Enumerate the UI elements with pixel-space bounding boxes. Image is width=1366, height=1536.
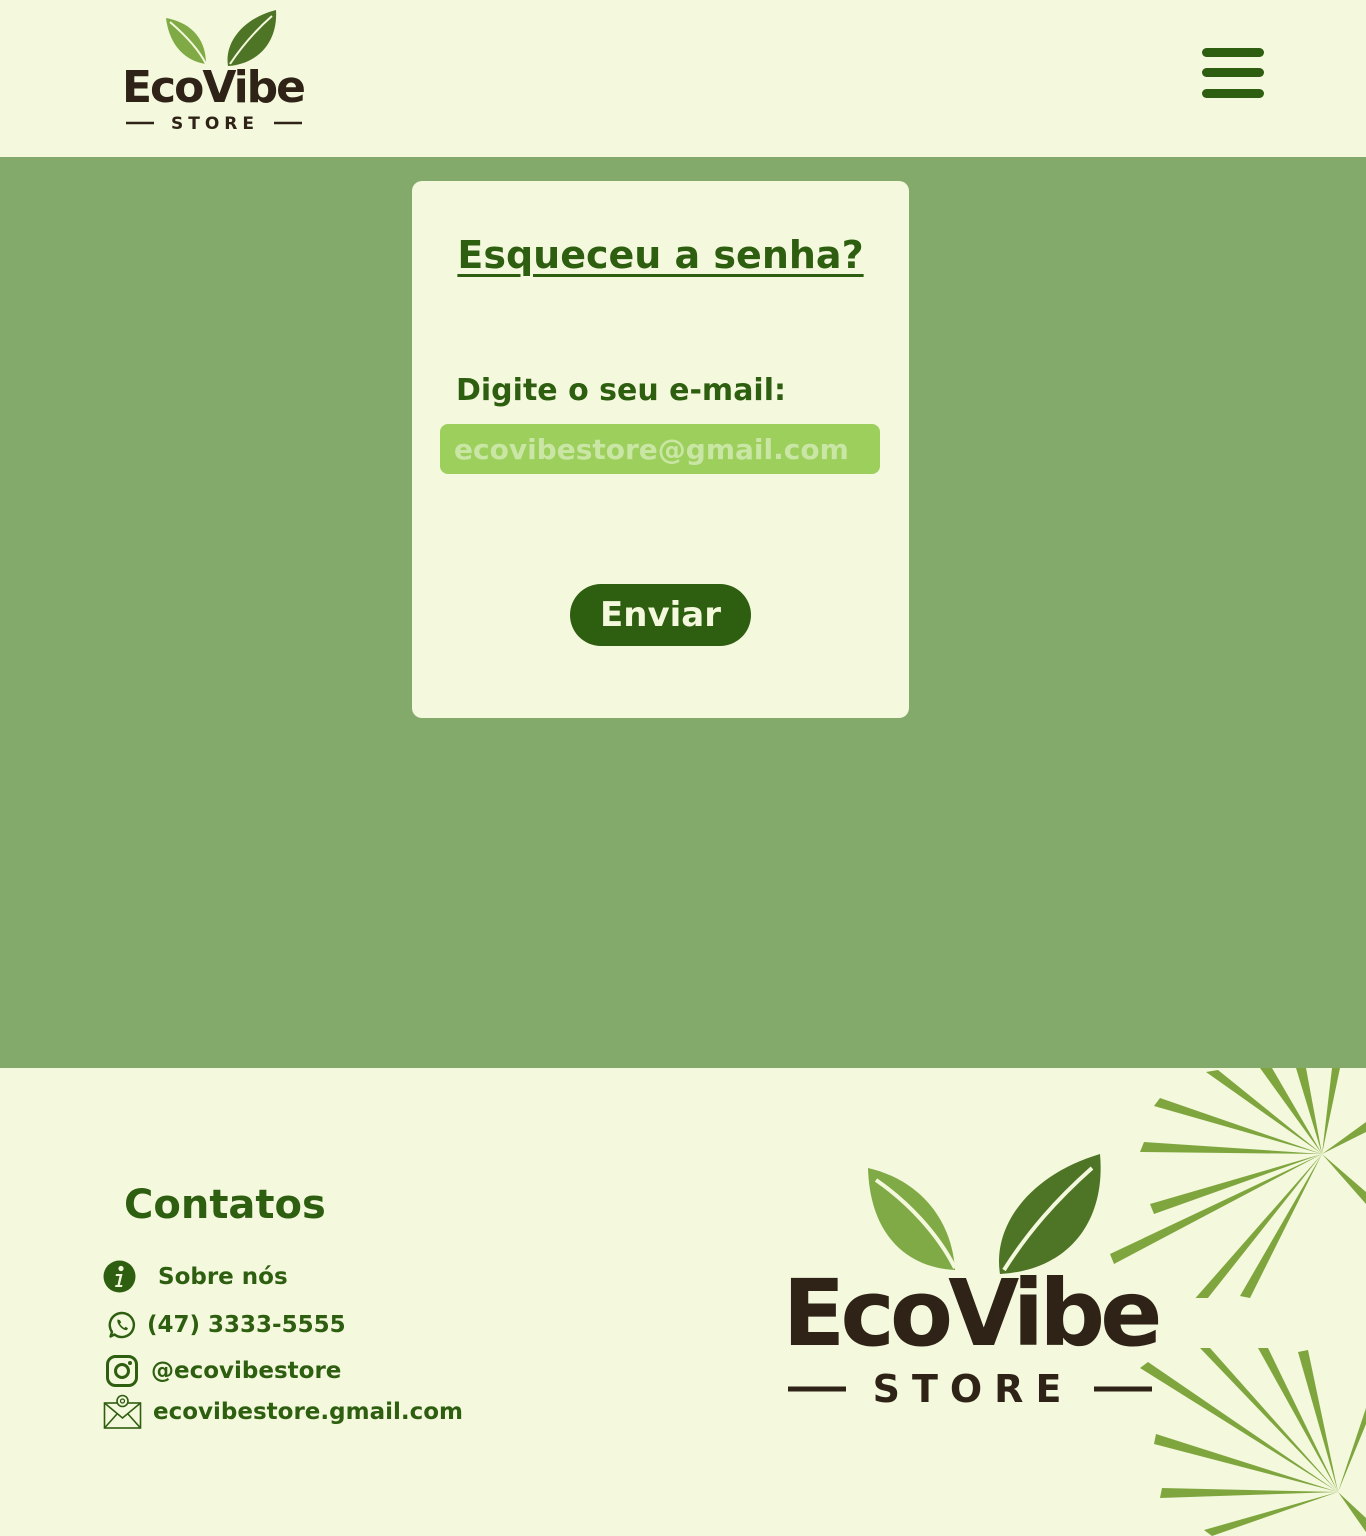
instagram-icon <box>106 1355 138 1387</box>
hamburger-bar <box>1202 68 1264 77</box>
send-button[interactable]: Enviar <box>570 584 751 646</box>
logo-wordmark: EcoVibe <box>122 62 304 113</box>
instagram-label: @ecovibestore <box>151 1358 342 1384</box>
whatsapp-link[interactable]: (47) 3333-5555 <box>107 1310 346 1340</box>
palm-leaf-icon <box>1110 1068 1366 1298</box>
about-us-link[interactable]: Sobre nós <box>103 1260 288 1293</box>
email-icon <box>103 1394 142 1429</box>
info-icon <box>103 1260 136 1293</box>
whatsapp-label: (47) 3333-5555 <box>147 1312 346 1338</box>
site-footer: Contatos Sobre nós (47) 3333-5555 @ecovi… <box>0 1068 1366 1536</box>
forgot-password-card: Esqueceu a senha? Digite o seu e-mail: E… <box>412 181 909 718</box>
email-link[interactable]: ecovibestore.gmail.com <box>103 1394 463 1430</box>
hamburger-menu-icon[interactable] <box>1200 46 1266 102</box>
about-us-label: Sobre nós <box>158 1263 288 1290</box>
logo-tagline: STORE <box>171 114 259 134</box>
ecovibe-logo[interactable]: EcoVibe STORE <box>118 6 308 136</box>
whatsapp-icon <box>108 1311 135 1339</box>
email-input[interactable] <box>440 424 880 474</box>
email-label: Digite o seu e-mail: <box>456 373 786 408</box>
contacts-title: Contatos <box>124 1182 326 1228</box>
email-label-footer: ecovibestore.gmail.com <box>153 1399 463 1425</box>
palm-leaf-icon <box>1140 1348 1366 1536</box>
hamburger-bar <box>1202 89 1264 98</box>
instagram-link[interactable]: @ecovibestore <box>105 1354 341 1388</box>
logo-tagline: STORE <box>873 1367 1074 1410</box>
hamburger-bar <box>1202 48 1264 57</box>
forgot-password-title[interactable]: Esqueceu a senha? <box>412 233 909 277</box>
site-header: EcoVibe STORE <box>0 0 1366 157</box>
main-content: Esqueceu a senha? Digite o seu e-mail: E… <box>0 157 1366 1068</box>
